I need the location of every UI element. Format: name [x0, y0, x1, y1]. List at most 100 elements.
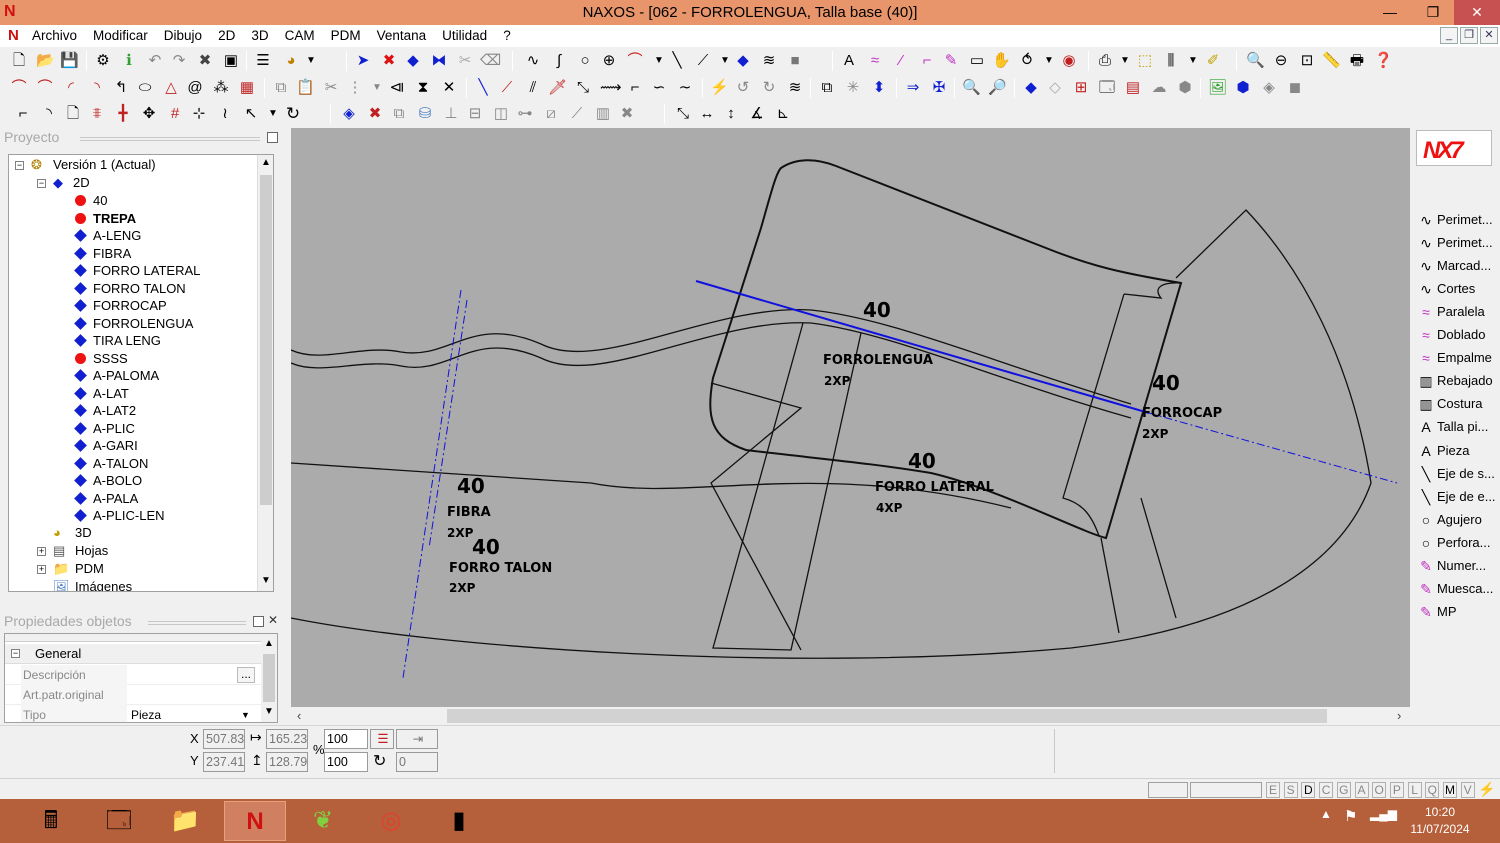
- properties-group-general[interactable]: − General: [5, 644, 261, 664]
- line-red-icon[interactable]: ⟋: [498, 79, 516, 97]
- unnest-icon[interactable]: ◇: [1046, 79, 1064, 97]
- zoom-out-icon[interactable]: ⊖: [1272, 52, 1290, 70]
- layers-icon[interactable]: ☰: [254, 52, 272, 70]
- cube-icon[interactable]: ⬢: [1234, 79, 1252, 97]
- palette-icon[interactable]: ◕: [282, 52, 300, 70]
- arc-cw-icon[interactable]: ⌒: [10, 79, 28, 97]
- crosshair-icon[interactable]: ⊕: [600, 52, 618, 70]
- tool-doblado[interactable]: ≈ Doblado: [1416, 324, 1500, 346]
- settings-icon[interactable]: ⚙: [94, 52, 112, 70]
- grid-icon[interactable]: ▦: [238, 79, 256, 97]
- taskbar-chrome-icon[interactable]: ◎: [360, 801, 422, 841]
- stitch-icon[interactable]: ⫼: [1162, 52, 1180, 70]
- cut-icon[interactable]: ✂: [322, 79, 340, 97]
- flip-x-icon[interactable]: ✕: [440, 79, 458, 97]
- scroll-left-icon[interactable]: ‹: [297, 708, 301, 723]
- transform-icon[interactable]: ≋: [786, 79, 804, 97]
- tool-paralela[interactable]: ≈ Paralela: [1416, 301, 1500, 323]
- scale-x-field[interactable]: 100: [324, 729, 368, 749]
- status-mode-v[interactable]: V: [1460, 782, 1475, 798]
- document-icon[interactable]: N: [8, 27, 19, 44]
- export-dropdown-icon[interactable]: ▼: [1116, 52, 1134, 70]
- stitch-dropdown-icon[interactable]: ▼: [1184, 52, 1202, 70]
- point-icon[interactable]: ◆: [734, 52, 752, 70]
- line-icon[interactable]: ╲: [668, 52, 686, 70]
- bend-icon[interactable]: ⌐: [918, 52, 936, 70]
- wave-line-icon[interactable]: ∼: [676, 79, 694, 97]
- split-h-icon[interactable]: ⊟: [466, 105, 484, 123]
- tree-scrollbar[interactable]: ▲ ▼: [257, 155, 273, 591]
- delete-icon[interactable]: ✖: [196, 52, 214, 70]
- polyline-icon[interactable]: ⟋: [694, 52, 712, 70]
- drawing-canvas[interactable]: 40 FORROLENGUA 2XP 40 FORROCAP 2XP 40 FO…: [291, 128, 1410, 707]
- tool-rebajado[interactable]: ▥ Rebajado: [1416, 370, 1500, 392]
- corner-round-icon[interactable]: ◝: [40, 105, 58, 123]
- target-icon[interactable]: ◉: [1060, 52, 1078, 70]
- status-mode-q[interactable]: Q: [1425, 782, 1440, 798]
- menu-modificar[interactable]: Modificar: [85, 28, 156, 43]
- width-field[interactable]: 165.23: [266, 729, 308, 749]
- tool-agujero[interactable]: ○ Agujero: [1416, 509, 1500, 531]
- status-mode-g[interactable]: G: [1336, 782, 1351, 798]
- flip-v-icon[interactable]: ⧗: [414, 79, 432, 97]
- taskbar-naxos-icon[interactable]: N: [224, 801, 286, 841]
- pieces-delete-icon[interactable]: ✖: [366, 105, 384, 123]
- status-mode-l[interactable]: L: [1407, 782, 1422, 798]
- fill-icon[interactable]: ■: [786, 52, 804, 70]
- text-icon[interactable]: A: [840, 52, 858, 70]
- info-icon[interactable]: ℹ: [120, 52, 138, 70]
- cross-red-icon[interactable]: ╋: [114, 105, 132, 123]
- status-snap-icon[interactable]: ⚡: [1478, 781, 1495, 798]
- tool-marcad[interactable]: ∿ Marcad...: [1416, 255, 1500, 277]
- polyline-dropdown-icon[interactable]: ▼: [716, 52, 734, 70]
- stretch-icon[interactable]: ⤡: [574, 79, 592, 97]
- frame-icon[interactable]: ⧄: [542, 105, 560, 123]
- line-blue-icon[interactable]: ╲: [474, 79, 492, 97]
- tool-numer[interactable]: ✎ Numer...: [1416, 555, 1500, 577]
- taskbar-leaf-app-icon[interactable]: ❦: [292, 801, 354, 841]
- pieces-move-icon[interactable]: ◈: [340, 105, 358, 123]
- new-file-icon[interactable]: 🗋: [10, 52, 28, 70]
- scribble-icon[interactable]: ≀: [216, 105, 234, 123]
- arc-icon[interactable]: ⌒: [626, 52, 644, 70]
- smooth-icon[interactable]: ∽: [650, 79, 668, 97]
- apply-transform-button[interactable]: ⇥: [396, 729, 438, 749]
- expand-hojas-icon[interactable]: +: [37, 547, 46, 556]
- move-icon[interactable]: ✥: [140, 105, 158, 123]
- circle-icon[interactable]: ○: [576, 52, 594, 70]
- y-coordinate-field[interactable]: 237.41: [203, 752, 245, 772]
- mdi-restore-button[interactable]: ❐: [1460, 27, 1478, 44]
- rotation-field[interactable]: 0: [396, 752, 438, 772]
- diagonal-icon[interactable]: ⁄: [892, 52, 910, 70]
- snap-icon[interactable]: ⊹: [190, 105, 208, 123]
- tool-eje-de-e[interactable]: ╲ Eje de e...: [1416, 486, 1500, 508]
- arc-dropdown-icon[interactable]: ▼: [650, 52, 668, 70]
- props-scroll-down-icon[interactable]: ▼: [264, 706, 274, 717]
- status-mode-d[interactable]: D: [1301, 782, 1316, 798]
- paste-icon[interactable]: 📋: [296, 79, 315, 97]
- scale-y-field[interactable]: 100: [324, 752, 368, 772]
- property-row-descripcion[interactable]: Descripción ...: [5, 665, 261, 685]
- wave-icon[interactable]: ≈: [866, 52, 884, 70]
- taskbar-calculator-icon[interactable]: 🖩: [20, 801, 82, 841]
- select-arrow-icon[interactable]: ↖: [242, 105, 260, 123]
- taskbar-explorer-window-icon[interactable]: 🗔: [88, 801, 150, 841]
- image-icon[interactable]: 🖼: [1208, 79, 1227, 97]
- taskbar-folder-icon[interactable]: 📁: [154, 801, 216, 841]
- layer-stack-icon[interactable]: ◈: [1260, 79, 1278, 97]
- arc-tangent-icon[interactable]: ◝: [88, 79, 106, 97]
- hash-icon[interactable]: #: [166, 105, 184, 123]
- nest-icon[interactable]: ◆: [1022, 79, 1040, 97]
- properties-icon[interactable]: ▣: [222, 52, 240, 70]
- scissors-icon[interactable]: ✂: [456, 52, 474, 70]
- scroll-up-icon[interactable]: ▲: [261, 157, 271, 168]
- zoom-icon[interactable]: 🔍: [1246, 52, 1265, 70]
- tool-costura[interactable]: ▥ Costura: [1416, 393, 1500, 415]
- zoom-window-icon[interactable]: ⊡: [1298, 52, 1316, 70]
- break-icon[interactable]: ⚡: [710, 79, 729, 97]
- spline-icon[interactable]: ∫: [550, 52, 568, 70]
- window-icon[interactable]: 🗔: [1098, 79, 1116, 97]
- pen-tool-icon[interactable]: ✎: [942, 52, 960, 70]
- tool-empalme[interactable]: ≈ Empalme: [1416, 347, 1500, 369]
- corner-icon[interactable]: ⌐: [14, 105, 32, 123]
